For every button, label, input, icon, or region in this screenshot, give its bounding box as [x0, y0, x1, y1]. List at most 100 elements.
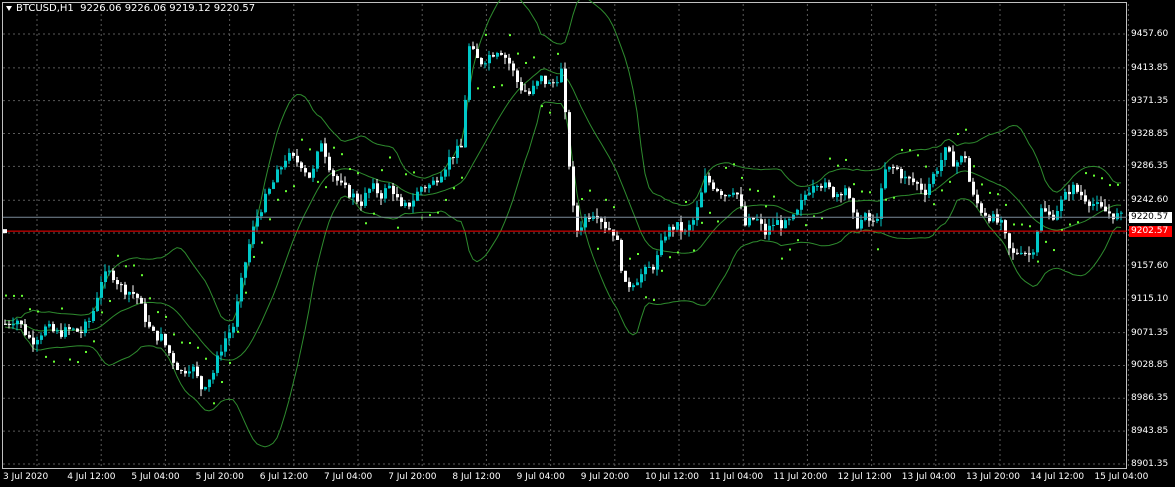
candle-body [744, 206, 747, 226]
sar-dot [717, 220, 719, 223]
sar-dot [165, 315, 167, 318]
candle-body [1044, 208, 1047, 212]
candle-body [940, 160, 943, 171]
sar-dot [277, 198, 279, 201]
candle-body [456, 145, 459, 158]
candle-body [216, 355, 219, 373]
candle-body [884, 169, 887, 189]
candle-body [716, 189, 719, 192]
candle-body [984, 212, 987, 216]
candle-body [676, 222, 679, 230]
chart-window[interactable]: BTCUSD,H1 9226.06 9226.06 9219.12 9220.5… [0, 0, 1175, 487]
candle-body [876, 218, 879, 222]
candle-body [544, 75, 547, 84]
time-label: 15 Jul 04:00 [1094, 472, 1149, 482]
time-label: 6 Jul 12:00 [259, 472, 309, 482]
price-label: 9071.35 [1131, 327, 1169, 338]
candles [4, 41, 1123, 397]
sar-dot [117, 254, 119, 257]
time-label: 3 Jul 2020 [3, 472, 49, 482]
time-label: 14 Jul 12:00 [1030, 472, 1085, 482]
candle-body [556, 82, 559, 84]
red-line-handle [3, 229, 7, 234]
time-label: 5 Jul 04:00 [131, 472, 180, 482]
candle-body [104, 271, 107, 283]
candle-body [728, 194, 731, 197]
candle-body [584, 216, 587, 228]
candle-body [952, 151, 955, 167]
candle-body [460, 145, 463, 148]
sar-dot [1117, 183, 1119, 186]
sar-dot [405, 173, 407, 176]
time-label: 13 Jul 04:00 [901, 472, 956, 482]
price-chart[interactable] [0, 0, 1175, 487]
sar-dot [373, 212, 375, 215]
candle-body [568, 112, 571, 167]
candle-body [284, 160, 287, 168]
candle-body [624, 270, 627, 282]
candle-body [824, 182, 827, 188]
candle-body [528, 91, 531, 95]
sar-dot [693, 249, 695, 252]
candle-body [648, 266, 651, 268]
sar-dot [949, 180, 951, 183]
sar-dot [517, 52, 519, 55]
candle-body [292, 152, 295, 156]
candle-body [224, 338, 227, 352]
candle-body [148, 321, 151, 327]
sar-dot [525, 61, 527, 64]
sar-dot [21, 294, 23, 297]
candle-body [84, 321, 87, 334]
candle-body [572, 166, 575, 206]
candle-body [812, 186, 815, 193]
candle-body [1112, 213, 1115, 220]
candle-body [768, 225, 771, 235]
sar-dot [549, 111, 551, 114]
candle-body [240, 277, 243, 302]
candle-body [464, 99, 467, 148]
candle-body [1008, 233, 1011, 249]
candle-body [24, 324, 27, 335]
candle-body [100, 282, 103, 298]
red-line-price-tag: 9202.57 [1129, 226, 1172, 238]
sar-dot [989, 191, 991, 194]
candle-body [452, 157, 455, 159]
candle-body [56, 330, 59, 332]
sar-dot [29, 308, 31, 311]
candle-body [476, 48, 479, 59]
candle-body [188, 371, 191, 374]
sar-dot [341, 153, 343, 156]
sar-dot [917, 154, 919, 157]
candle-body [932, 173, 935, 184]
sar-dot [973, 165, 975, 168]
candle-body [860, 219, 863, 229]
candle-body [36, 339, 39, 345]
sar-dot [221, 381, 223, 384]
candle-body [280, 167, 283, 170]
candle-body [896, 167, 899, 169]
candle-body [696, 207, 699, 221]
candle-body [420, 187, 423, 192]
candle-body [692, 220, 695, 225]
dropdown-triangle-icon[interactable] [6, 5, 12, 11]
candle-body [732, 192, 735, 195]
candle-body [316, 151, 319, 169]
candle-body [760, 219, 763, 224]
candle-body [576, 205, 579, 231]
time-label: 9 Jul 20:00 [580, 472, 630, 482]
time-label: 10 Jul 12:00 [645, 472, 699, 482]
ohlc-values: 9226.06 9226.06 9219.12 9220.57 [80, 3, 256, 14]
candle-body [372, 183, 375, 189]
sar-dot [397, 226, 399, 229]
sar-dot [965, 128, 967, 131]
candle-body [680, 222, 683, 233]
candle-body [988, 215, 991, 222]
candle-body [364, 192, 367, 206]
time-label: 12 Jul 12:00 [837, 472, 892, 482]
candle-body [480, 58, 483, 65]
candle-body [1092, 203, 1095, 206]
candle-body [552, 82, 555, 84]
candle-body [176, 362, 179, 371]
candle-body [28, 334, 31, 338]
sar-dot [581, 198, 583, 201]
